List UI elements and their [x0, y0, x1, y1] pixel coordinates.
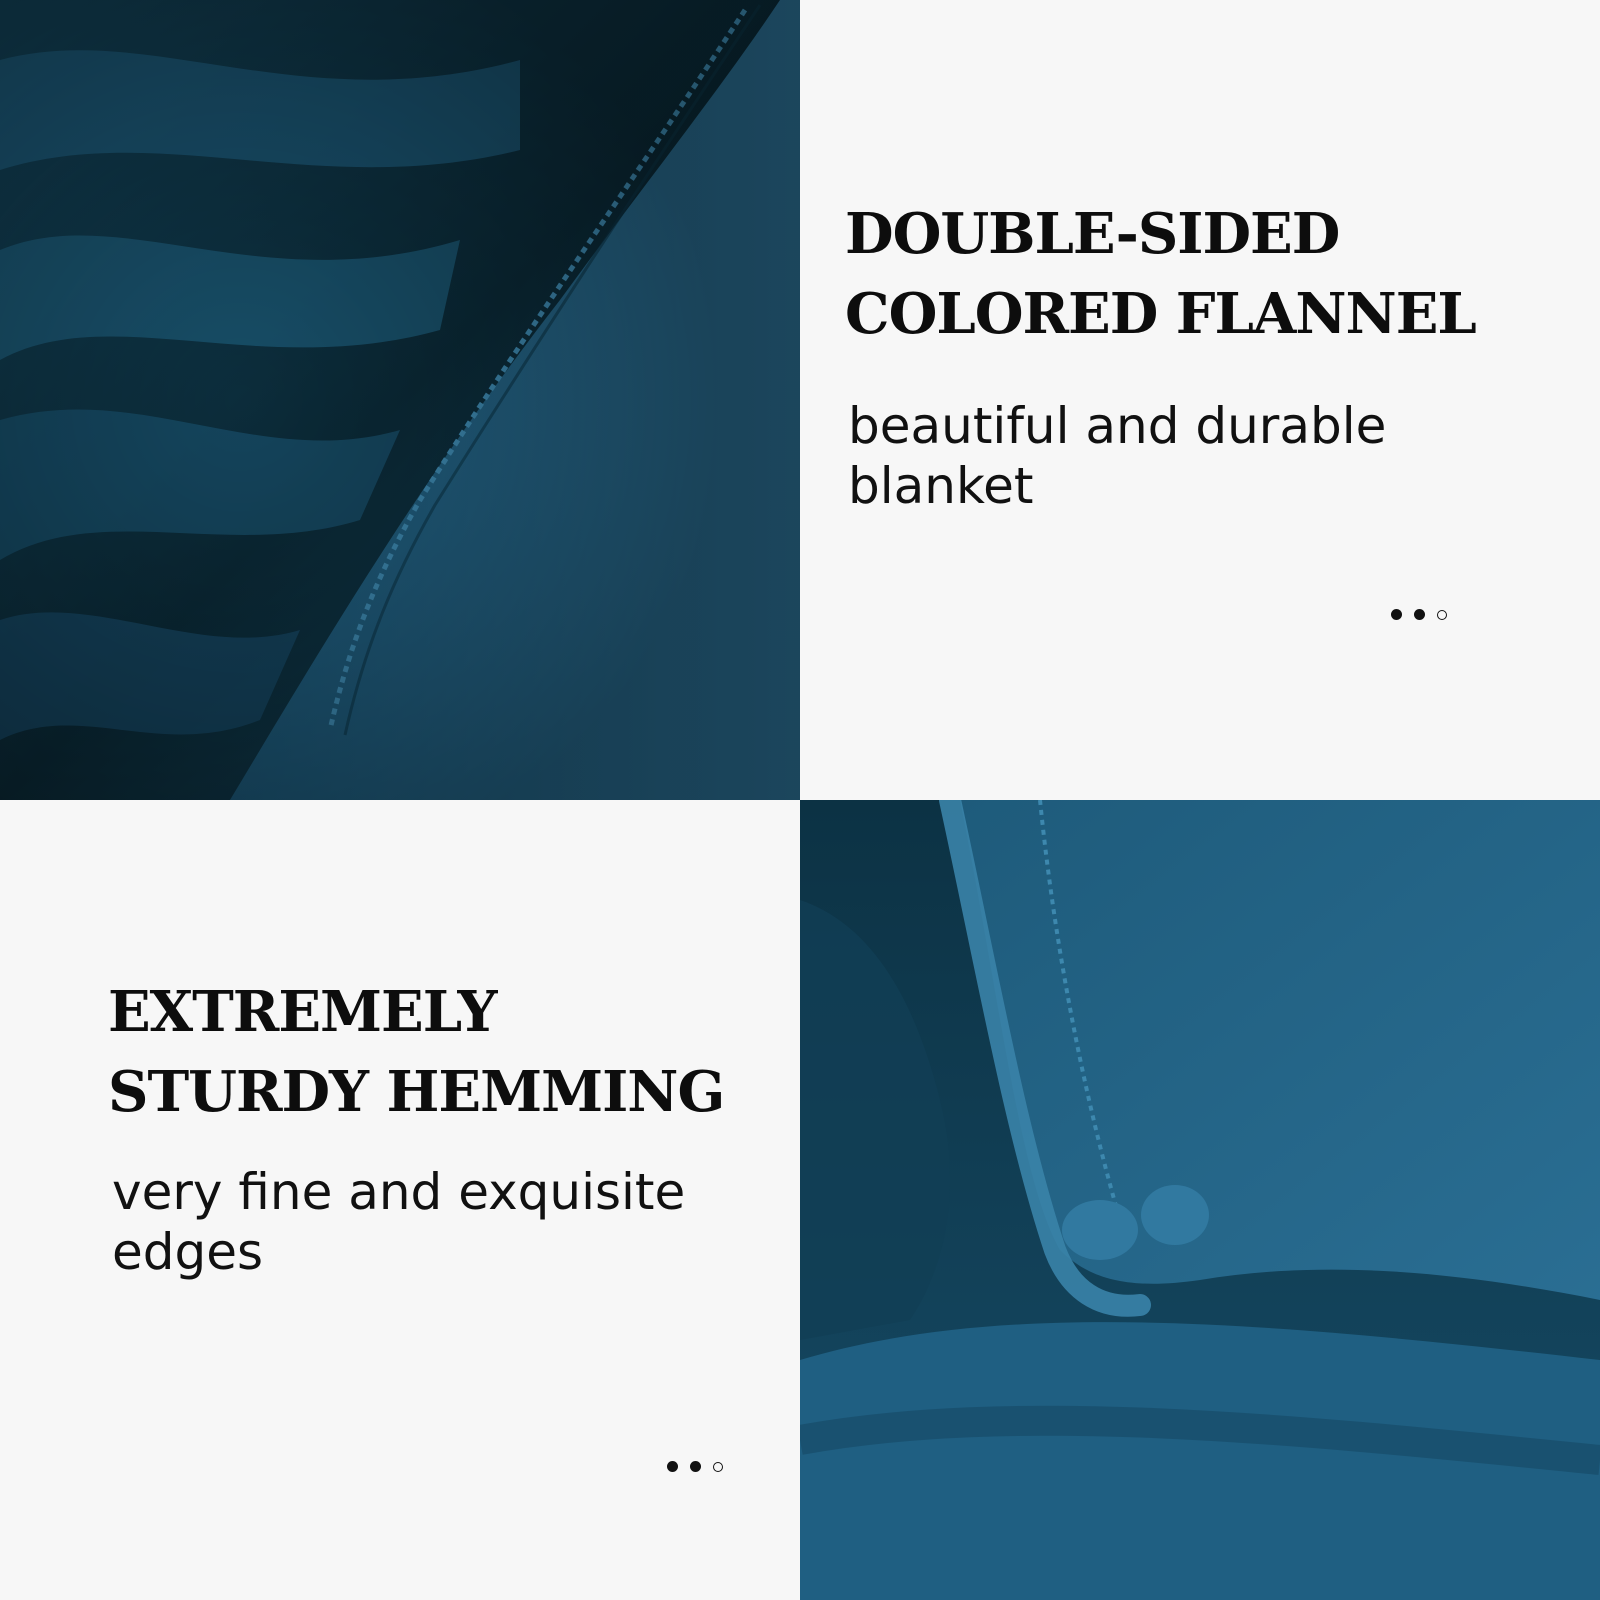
dot-filled-icon [1414, 609, 1425, 620]
product-feature-grid: DOUBLE-SIDED COLORED FLANNEL beautiful a… [0, 0, 1600, 1600]
subtext-line: edges [112, 1223, 264, 1281]
subtext-line: very fine and exquisite [112, 1163, 686, 1221]
feature-subtext: very fine and exquisite edges [112, 1162, 685, 1282]
feature-subtext: beautiful and durable blanket [848, 396, 1386, 516]
feature-panel-hemming: EXTREMELY STURDY HEMMING very fine and e… [0, 800, 800, 1600]
feature-panel-double-sided: DOUBLE-SIDED COLORED FLANNEL beautiful a… [800, 0, 1600, 800]
pagination-dots [1391, 609, 1447, 620]
feature-heading: EXTREMELY STURDY HEMMING [108, 972, 725, 1132]
feature-heading: DOUBLE-SIDED COLORED FLANNEL [845, 194, 1477, 354]
dot-empty-icon [1437, 609, 1447, 620]
heading-line: EXTREMELY [108, 979, 497, 1045]
flannel-fold-photo [0, 0, 800, 800]
flannel-fold-image [0, 0, 800, 800]
heading-line: COLORED FLANNEL [845, 281, 1477, 347]
heading-line: STURDY HEMMING [108, 1059, 725, 1125]
flannel-hem-image [800, 800, 1600, 1600]
pagination-dots [667, 1461, 723, 1472]
dot-filled-icon [667, 1461, 678, 1472]
heading-line: DOUBLE-SIDED [845, 201, 1340, 267]
dot-filled-icon [690, 1461, 701, 1472]
dot-empty-icon [713, 1461, 723, 1472]
subtext-line: blanket [848, 457, 1034, 515]
flannel-hem-photo [800, 800, 1600, 1600]
subtext-line: beautiful and durable [848, 397, 1387, 455]
dot-filled-icon [1391, 609, 1402, 620]
